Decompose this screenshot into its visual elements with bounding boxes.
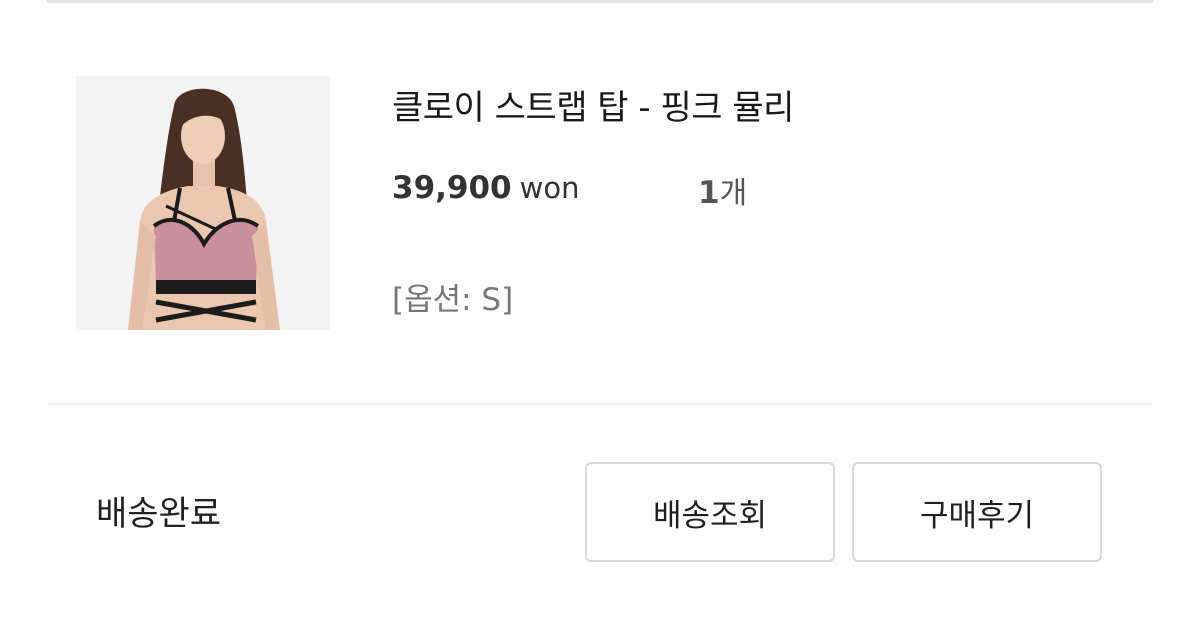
quantity-unit: 개 bbox=[719, 176, 748, 211]
price-unit: won bbox=[519, 171, 580, 205]
section-divider bbox=[48, 403, 1152, 405]
product-title[interactable]: 클로이 스트랩 탑 - 핑크 뮬리 bbox=[392, 80, 794, 129]
order-item-card: 클로이 스트랩 탑 - 핑크 뮬리 39,900 won 1개 [옵션: S] 배… bbox=[0, 0, 1200, 619]
price-amount: 39,900 bbox=[392, 170, 512, 206]
top-divider bbox=[46, 0, 1154, 3]
delivery-status: 배송완료 bbox=[96, 494, 222, 534]
track-delivery-button[interactable]: 배송조회 bbox=[585, 462, 835, 562]
product-price: 39,900 won bbox=[392, 170, 579, 214]
product-option: [옵션: S] bbox=[392, 282, 514, 318]
product-image[interactable] bbox=[76, 76, 330, 330]
product-photo-icon bbox=[76, 76, 330, 330]
product-quantity: 1개 bbox=[698, 168, 747, 212]
write-review-button[interactable]: 구매후기 bbox=[852, 462, 1102, 562]
quantity-value: 1 bbox=[698, 175, 720, 211]
